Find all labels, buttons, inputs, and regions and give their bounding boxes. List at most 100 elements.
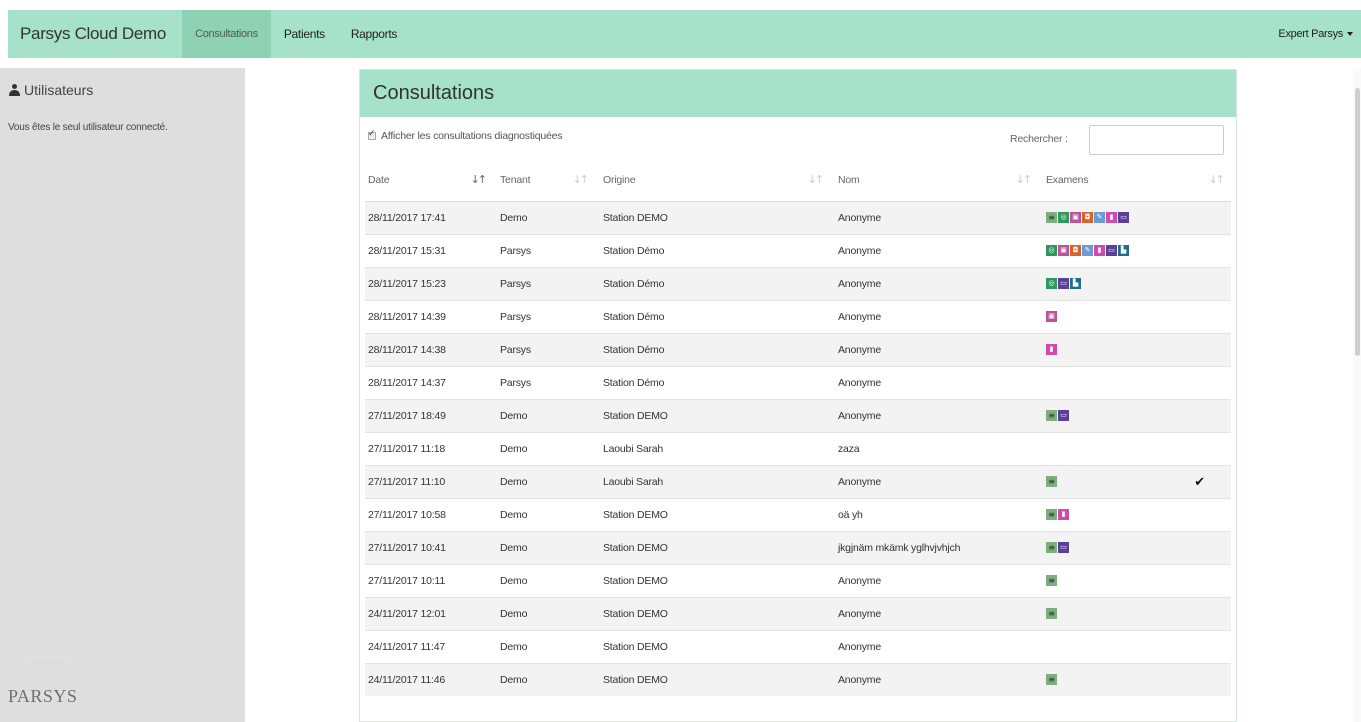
photo-exam-icon[interactable] <box>1070 212 1081 223</box>
sidebar-title-label: Utilisateurs <box>24 82 94 98</box>
cell-name: Anonyme <box>830 233 1038 267</box>
cell-date: 27/11/2017 11:10 <box>365 464 493 498</box>
table-row[interactable]: 27/11/2017 11:18 Demo Laoubi Sarah zaza <box>365 431 1231 465</box>
cell-name: Anonyme <box>830 662 1038 696</box>
ecg-exam-icon[interactable] <box>1046 674 1057 686</box>
steth-exam-icon[interactable] <box>1058 212 1069 223</box>
nav-consultations[interactable]: Consultations <box>182 10 271 58</box>
nav-rapports[interactable]: Rapports <box>338 10 410 58</box>
photo-exam-icon[interactable] <box>1058 245 1069 256</box>
glucose-exam-icon[interactable] <box>1058 278 1069 289</box>
exam-icons <box>1046 278 1231 289</box>
thermo-exam-icon[interactable] <box>1094 245 1105 256</box>
exam-icons <box>1046 542 1231 553</box>
cell-tenant: Parsys <box>493 299 595 333</box>
cell-name: Anonyme <box>830 563 1038 597</box>
cell-origin: Station Démo <box>595 266 830 300</box>
cell-name: Anonyme <box>830 332 1038 366</box>
cell-tenant: Demo <box>493 497 595 531</box>
column-header-name[interactable]: Nom ↓↑ <box>830 159 1038 202</box>
ecg-exam-icon[interactable] <box>1046 212 1057 223</box>
show-diagnosed-checkbox[interactable] <box>368 129 376 140</box>
table-row[interactable]: 28/11/2017 15:23 Parsys Station Démo Anonym… <box>365 266 1231 300</box>
ecg-exam-icon[interactable] <box>1046 542 1057 553</box>
thermo-exam-icon[interactable] <box>1046 344 1057 355</box>
derm-exam-icon[interactable] <box>1082 212 1093 223</box>
xray-exam-icon[interactable] <box>1094 212 1105 223</box>
consultations-panel: Consultations Afficher les consultations… <box>359 69 1237 722</box>
table-row[interactable]: 27/11/2017 10:11 Demo Station DEMO Anonyme <box>365 563 1231 597</box>
thermo-exam-icon[interactable] <box>1058 509 1069 520</box>
search-input[interactable] <box>1089 125 1224 155</box>
cell-tenant: Demo <box>493 530 595 564</box>
cell-exams <box>1038 233 1231 267</box>
glucose-exam-icon[interactable] <box>1118 212 1129 223</box>
table-controls: Afficher les consultations diagnostiquée… <box>360 117 1236 159</box>
sort-icon: ↓↑ <box>1015 173 1033 186</box>
table-row[interactable]: 27/11/2017 10:58 Demo Station DEMO oä yh <box>365 497 1231 531</box>
xray-exam-icon[interactable] <box>1082 245 1093 256</box>
table-row[interactable]: 28/11/2017 14:38 Parsys Station Démo Anonym… <box>365 332 1231 366</box>
table-row[interactable]: 27/11/2017 18:49 Demo Station DEMO Anonyme <box>365 398 1231 432</box>
cell-exams <box>1038 497 1231 531</box>
column-header-label: Date <box>368 173 390 186</box>
cell-name: Anonyme <box>830 299 1038 333</box>
tension-exam-icon[interactable] <box>1118 245 1129 256</box>
column-header-origin[interactable]: Origine ↓↑ <box>595 159 830 202</box>
cell-date: 24/11/2017 11:47 <box>365 629 493 663</box>
thermo-exam-icon[interactable] <box>1106 212 1117 223</box>
user-menu[interactable]: Expert Parsys <box>1278 28 1361 40</box>
scrollbar-thumb[interactable] <box>1355 88 1360 356</box>
ecg-exam-icon[interactable] <box>1046 410 1057 421</box>
cell-tenant: Demo <box>493 464 595 498</box>
exam-icons <box>1046 212 1231 223</box>
cell-exams <box>1038 266 1231 300</box>
column-header-exams[interactable]: Examens ↓↑ <box>1038 159 1231 202</box>
ecg-exam-icon[interactable] <box>1046 476 1057 487</box>
table-row[interactable]: 24/11/2017 11:46 Demo Station DEMO Anonyme <box>365 662 1231 696</box>
steth-exam-icon[interactable] <box>1046 245 1057 256</box>
cell-date: 28/11/2017 14:39 <box>365 299 493 333</box>
table-row[interactable]: 27/11/2017 11:10DemoLaoubi SarahAnonyme ✔ <box>365 464 1231 498</box>
ecg-exam-icon[interactable] <box>1046 608 1057 619</box>
ecg-exam-icon[interactable] <box>1046 509 1057 520</box>
tension-exam-icon[interactable] <box>1070 278 1081 289</box>
table-row[interactable]: 28/11/2017 14:39 Parsys Station Démo Anonym… <box>365 299 1231 333</box>
glucose-exam-icon[interactable] <box>1058 410 1069 421</box>
steth-exam-icon[interactable] <box>1046 278 1057 289</box>
sidebar-title: Utilisateurs <box>9 82 93 98</box>
table-row[interactable]: 27/11/2017 10:41 Demo Station DEMO jkgjnäm … <box>365 530 1231 564</box>
cell-tenant: Parsys <box>493 365 595 399</box>
sort-icon: ↓↑ <box>807 173 825 186</box>
nav-patients[interactable]: Patients <box>271 10 338 58</box>
show-diagnosed-toggle[interactable]: Afficher les consultations diagnostiquée… <box>368 129 563 142</box>
cell-date: 28/11/2017 15:23 <box>365 266 493 300</box>
cell-date: 28/11/2017 14:37 <box>365 365 493 399</box>
exam-icons <box>1046 674 1231 686</box>
consultations-table: Date ↓↑ Tenant ↓↑ Origine ↓↑ Nom ↓↑ Examens ↓… <box>365 159 1231 696</box>
glucose-exam-icon[interactable] <box>1106 245 1117 256</box>
ecg-exam-icon[interactable] <box>1046 575 1057 586</box>
column-header-tenant[interactable]: Tenant ↓↑ <box>493 159 595 202</box>
sidebar: Utilisateurs Vous êtes le seul utilisate… <box>0 68 245 722</box>
glucose-exam-icon[interactable] <box>1058 542 1069 553</box>
photo-exam-icon[interactable] <box>1046 311 1057 322</box>
cell-exams <box>1038 563 1231 597</box>
cell-date: 28/11/2017 14:38 <box>365 332 493 366</box>
derm-exam-icon[interactable] <box>1070 245 1081 256</box>
cell-exams <box>1038 365 1231 399</box>
table-row[interactable]: 28/11/2017 17:41 Demo Station DEMO Anonyme <box>365 200 1231 234</box>
cell-origin: Station Démo <box>595 332 830 366</box>
exam-icons <box>1046 575 1231 586</box>
table-row[interactable]: 28/11/2017 15:31 Parsys Station Démo Anonym… <box>365 233 1231 267</box>
cell-date: 27/11/2017 10:11 <box>365 563 493 597</box>
exam-icons <box>1046 608 1231 619</box>
table-row[interactable]: 24/11/2017 11:47 Demo Station DEMO Anonyme <box>365 629 1231 663</box>
exam-icons <box>1046 311 1231 322</box>
page-scrollbar[interactable] <box>1353 68 1361 722</box>
table-row[interactable]: 24/11/2017 12:01 Demo Station DEMO Anonyme <box>365 596 1231 630</box>
cell-exams: ✔ <box>1038 464 1231 498</box>
column-header-date[interactable]: Date ↓↑ <box>365 159 493 202</box>
brand-title[interactable]: Parsys Cloud Demo <box>8 10 182 58</box>
table-row[interactable]: 28/11/2017 14:37 Parsys Station Démo Anonym… <box>365 365 1231 399</box>
